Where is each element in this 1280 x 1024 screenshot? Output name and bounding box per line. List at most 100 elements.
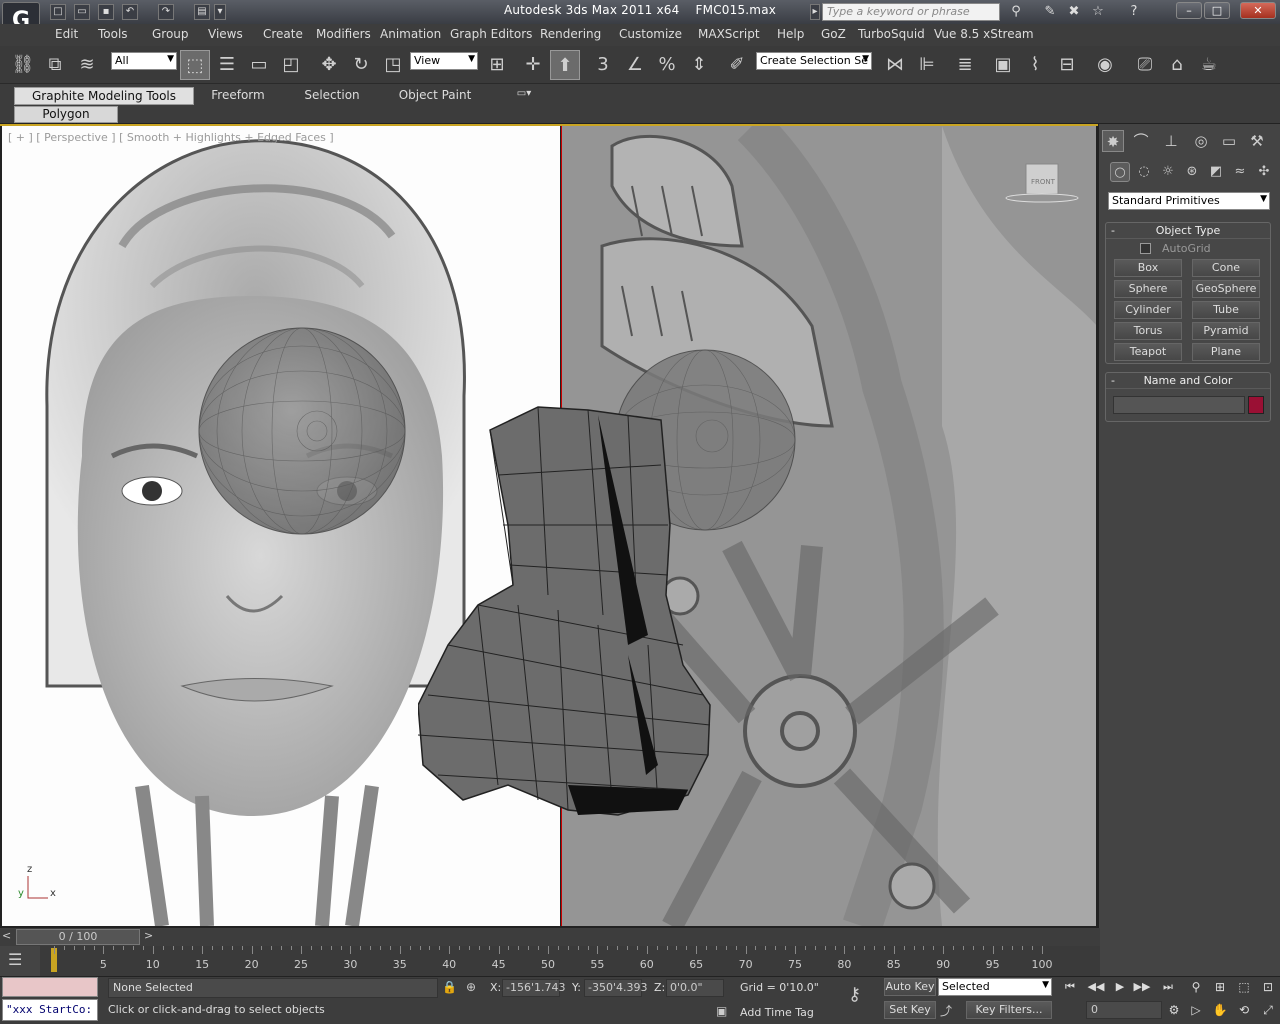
motion-panel-icon[interactable]: ◎ bbox=[1190, 130, 1212, 152]
graphite-toggle-icon[interactable]: ▣ bbox=[988, 50, 1018, 80]
time-slider[interactable]: 0 / 100 bbox=[16, 929, 140, 945]
pyramid-button[interactable]: Pyramid bbox=[1192, 322, 1260, 340]
menu-vue[interactable]: Vue 8.5 xStream bbox=[934, 27, 1034, 41]
time-tag-icon[interactable]: ▣ bbox=[716, 1004, 732, 1020]
zoom-extents-icon[interactable]: ⬚ bbox=[1234, 978, 1254, 996]
tab-freeform[interactable]: Freeform bbox=[200, 87, 276, 105]
spinner-snap-icon[interactable]: ⇕ bbox=[684, 50, 714, 80]
named-selection-dropdown[interactable]: Create Selection Se ▼ bbox=[756, 52, 872, 70]
render-frame-icon[interactable]: ⌂ bbox=[1162, 50, 1192, 80]
menu-rendering[interactable]: Rendering bbox=[540, 27, 601, 41]
zoom-extents-all-icon[interactable]: ⊡ bbox=[1258, 978, 1278, 996]
selection-lock-icon[interactable]: 🔒 bbox=[442, 980, 457, 996]
time-slider-next-icon[interactable]: > bbox=[144, 929, 156, 945]
default-tangents-icon[interactable]: ⤴ bbox=[940, 1002, 962, 1020]
menu-help[interactable]: Help bbox=[777, 27, 804, 41]
set-key-button[interactable]: Set Key bbox=[884, 1001, 936, 1019]
rectangular-selection-icon[interactable]: ▭ bbox=[244, 50, 274, 80]
menu-animation[interactable]: Animation bbox=[380, 27, 441, 41]
communication-center-icon[interactable]: ✖ bbox=[1064, 3, 1084, 21]
ribbon-options-icon[interactable]: ▭▾ bbox=[510, 87, 538, 105]
box-button[interactable]: Box bbox=[1114, 259, 1182, 277]
render-setup-icon[interactable]: ⎚ bbox=[1130, 50, 1160, 80]
sphere-button[interactable]: Sphere bbox=[1114, 280, 1182, 298]
current-frame-field[interactable]: 0 bbox=[1086, 1001, 1162, 1019]
maximize-window-button[interactable]: □ bbox=[1204, 2, 1230, 19]
help-icon[interactable]: ? bbox=[1124, 3, 1144, 21]
search-input[interactable]: Type a keyword or phrase bbox=[822, 3, 1000, 21]
tab-graphite-modeling-tools[interactable]: Graphite Modeling Tools bbox=[14, 87, 194, 105]
absolute-mode-icon[interactable]: ⊕ bbox=[466, 980, 482, 996]
percent-snap-icon[interactable]: % bbox=[652, 50, 682, 80]
previous-frame-icon[interactable]: ◀◀ bbox=[1086, 978, 1106, 996]
undo-icon[interactable]: ↶ bbox=[122, 4, 138, 20]
schematic-view-icon[interactable]: ⊟ bbox=[1052, 50, 1082, 80]
utilities-panel-icon[interactable]: ⚒ bbox=[1246, 130, 1268, 152]
menu-tools[interactable]: Tools bbox=[98, 27, 128, 41]
key-filters-button[interactable]: Key Filters... bbox=[966, 1001, 1052, 1019]
object-name-field[interactable] bbox=[1113, 396, 1245, 414]
next-frame-icon[interactable]: ▶▶ bbox=[1132, 978, 1152, 996]
select-and-link-icon[interactable]: ⛓ bbox=[8, 50, 38, 80]
render-production-icon[interactable]: ☕ bbox=[1194, 50, 1224, 80]
menu-maxscript[interactable]: MAXScript bbox=[698, 27, 760, 41]
menu-create[interactable]: Create bbox=[263, 27, 303, 41]
zoom-all-icon[interactable]: ⊞ bbox=[1210, 978, 1230, 996]
menu-graph-editors[interactable]: Graph Editors bbox=[450, 27, 532, 41]
unlink-selection-icon[interactable]: ⧉ bbox=[40, 50, 70, 80]
menu-views[interactable]: Views bbox=[208, 27, 243, 41]
selection-filter-dropdown[interactable]: All ▼ bbox=[111, 52, 177, 70]
binoculars-icon[interactable]: ⚲ bbox=[1006, 3, 1026, 21]
pivot-center-icon[interactable]: ⊞ bbox=[482, 50, 512, 80]
menu-group[interactable]: Group bbox=[152, 27, 189, 41]
quick-access-dropdown-icon[interactable]: ▾ bbox=[214, 4, 226, 20]
geometry-icon[interactable]: ○ bbox=[1110, 162, 1130, 182]
select-by-name-icon[interactable]: ☰ bbox=[212, 50, 242, 80]
tube-button[interactable]: Tube bbox=[1192, 301, 1260, 319]
geosphere-button[interactable]: GeoSphere bbox=[1192, 280, 1260, 298]
redo-icon[interactable]: ↷ bbox=[158, 4, 174, 20]
autogrid-checkbox[interactable] bbox=[1140, 243, 1151, 254]
go-to-end-icon[interactable]: ⏭ bbox=[1158, 978, 1178, 996]
go-to-start-icon[interactable]: ⏮ bbox=[1060, 978, 1080, 996]
edit-named-selection-icon[interactable]: ✐ bbox=[722, 50, 752, 80]
teapot-button[interactable]: Teapot bbox=[1114, 343, 1182, 361]
lights-icon[interactable]: ☼ bbox=[1158, 162, 1178, 182]
viewcube-front-label[interactable]: FRONT bbox=[1031, 178, 1056, 186]
close-window-button[interactable]: ✕ bbox=[1240, 2, 1276, 19]
select-and-scale-icon[interactable]: ◳ bbox=[378, 50, 408, 80]
menu-modifiers[interactable]: Modifiers bbox=[316, 27, 371, 41]
y-coord-field[interactable]: -350'4.393 bbox=[584, 979, 647, 997]
select-object-icon[interactable]: ⬚ bbox=[180, 50, 210, 80]
angle-snap-icon[interactable]: ∠ bbox=[620, 50, 650, 80]
cylinder-button[interactable]: Cylinder bbox=[1114, 301, 1182, 319]
nose-mesh-model[interactable] bbox=[417, 405, 712, 817]
auto-key-button[interactable]: Auto Key bbox=[884, 978, 936, 996]
pan-view-icon[interactable]: ✋ bbox=[1210, 1001, 1230, 1019]
cone-button[interactable]: Cone bbox=[1192, 259, 1260, 277]
window-crossing-icon[interactable]: ◰ bbox=[276, 50, 306, 80]
new-file-icon[interactable]: □ bbox=[50, 4, 66, 20]
tab-object-paint[interactable]: Object Paint bbox=[390, 87, 480, 105]
snaps-toggle-icon[interactable]: 3 bbox=[588, 50, 618, 80]
object-type-title[interactable]: - Object Type bbox=[1106, 223, 1270, 239]
select-and-manipulate-icon[interactable]: ✛ bbox=[518, 50, 548, 80]
shapes-icon[interactable]: ◌ bbox=[1134, 162, 1154, 182]
name-and-color-title[interactable]: - Name and Color bbox=[1106, 373, 1270, 389]
set-keys-key-icon[interactable]: ⚷ bbox=[848, 984, 876, 1010]
tab-selection[interactable]: Selection bbox=[296, 87, 368, 105]
layer-manager-icon[interactable]: ≣ bbox=[950, 50, 980, 80]
viewport-label[interactable]: [ + ] [ Perspective ] [ Smooth + Highlig… bbox=[8, 131, 334, 144]
orbit-icon[interactable]: ⟲ bbox=[1234, 1001, 1254, 1019]
reference-coordinate-dropdown[interactable]: View ▼ bbox=[410, 52, 478, 70]
material-editor-icon[interactable]: ◉ bbox=[1090, 50, 1120, 80]
keyboard-shortcut-override-icon[interactable]: ⬆ bbox=[550, 50, 580, 80]
mirror-icon[interactable]: ⋈ bbox=[880, 50, 910, 80]
subtab-polygon-modeling[interactable]: Polygon Modeling bbox=[14, 106, 118, 136]
maxscript-listener-input[interactable]: "xxx StartCo: bbox=[2, 999, 98, 1021]
add-time-tag[interactable]: Add Time Tag bbox=[740, 1006, 814, 1019]
create-panel-icon[interactable]: ✸ bbox=[1102, 130, 1124, 152]
time-configuration-icon[interactable]: ⚙ bbox=[1164, 1001, 1184, 1019]
display-panel-icon[interactable]: ▭ bbox=[1218, 130, 1240, 152]
x-coord-field[interactable]: -156'1.743 bbox=[502, 979, 565, 997]
